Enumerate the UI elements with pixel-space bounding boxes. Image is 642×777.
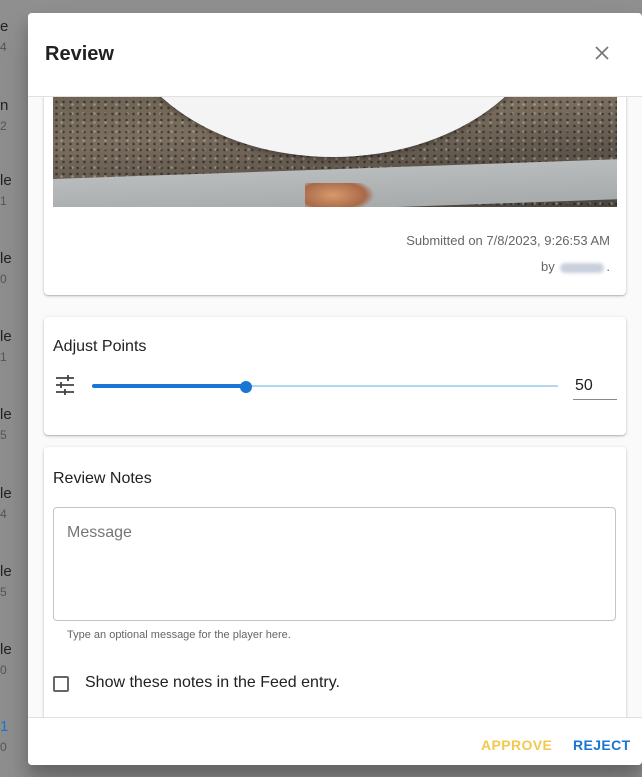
background-item-subtitle: 1: [0, 194, 7, 208]
submitted-timestamp: Submitted on 7/8/2023, 9:26:53 AM: [406, 233, 610, 248]
submitted-by: by .: [541, 259, 610, 274]
background-item-title: le: [0, 485, 12, 502]
dialog-header: Review: [28, 13, 642, 97]
close-icon: [595, 46, 609, 60]
background-item-title: 1: [0, 718, 9, 735]
submission-photo: [53, 97, 617, 207]
reject-button[interactable]: REJECT: [573, 737, 631, 753]
close-button[interactable]: [588, 39, 616, 67]
approve-button[interactable]: APPROVE: [481, 737, 552, 753]
background-list-item: 1 0: [0, 718, 30, 756]
background-item-subtitle: 0: [0, 663, 7, 677]
background-item-title: le: [0, 563, 12, 580]
background-item-subtitle: 4: [0, 40, 7, 54]
slider-thumb[interactable]: [239, 381, 252, 393]
review-notes-card: Review Notes Type an optional message fo…: [44, 447, 626, 717]
review-dialog: Review Submitted on 7/8/2023, 9:26:53 AM…: [28, 13, 642, 765]
redacted-name: [560, 262, 605, 273]
background-item-subtitle: 1: [0, 350, 7, 364]
background-list-item: le 4: [0, 485, 30, 523]
background-list-item: le 1: [0, 172, 30, 210]
submission-card: Submitted on 7/8/2023, 9:26:53 AM by .: [44, 97, 626, 295]
show-in-feed-checkbox[interactable]: [53, 676, 69, 692]
background-item-subtitle: 4: [0, 507, 7, 521]
by-suffix: .: [606, 259, 610, 274]
background-item-subtitle: 0: [0, 272, 7, 286]
background-item-title: le: [0, 172, 12, 189]
background-list-item: le 5: [0, 406, 30, 444]
background-item-title: le: [0, 250, 12, 267]
slider-track: [92, 384, 246, 388]
background-list-item: le 1: [0, 328, 30, 366]
background-list-item: le 0: [0, 641, 30, 679]
background-list-item: le 0: [0, 250, 30, 288]
background-list: e 4 n 2 le 1 le 0 le 1 le 5 le 4 le 5 le…: [0, 0, 30, 777]
background-list-item: n 2: [0, 97, 30, 135]
message-helper-text: Type an optional message for the player …: [67, 629, 291, 641]
tune-icon: [56, 375, 74, 395]
background-list-item: e 4: [0, 18, 30, 56]
background-item-subtitle: 5: [0, 585, 7, 599]
background-item-title: n: [0, 97, 9, 114]
by-prefix: by: [541, 259, 555, 274]
adjust-points-card: Adjust Points: [44, 317, 626, 435]
background-item-title: e: [0, 18, 9, 35]
background-item-subtitle: 0: [0, 740, 7, 754]
dialog-content[interactable]: Submitted on 7/8/2023, 9:26:53 AM by . A…: [28, 97, 642, 717]
points-input[interactable]: [573, 373, 617, 400]
background-item-title: le: [0, 641, 12, 658]
background-item-subtitle: 2: [0, 119, 7, 133]
background-item-title: le: [0, 406, 12, 423]
background-item-title: le: [0, 328, 12, 345]
dialog-title: Review: [45, 43, 114, 65]
points-slider[interactable]: [92, 381, 558, 393]
message-input[interactable]: [53, 507, 616, 621]
dialog-actions: APPROVE REJECT: [28, 717, 642, 765]
show-in-feed-label[interactable]: Show these notes in the Feed entry.: [85, 674, 340, 692]
review-notes-title: Review Notes: [53, 470, 152, 487]
background-item-subtitle: 5: [0, 428, 7, 442]
adjust-points-title: Adjust Points: [53, 338, 147, 355]
background-list-item: le 5: [0, 563, 30, 601]
